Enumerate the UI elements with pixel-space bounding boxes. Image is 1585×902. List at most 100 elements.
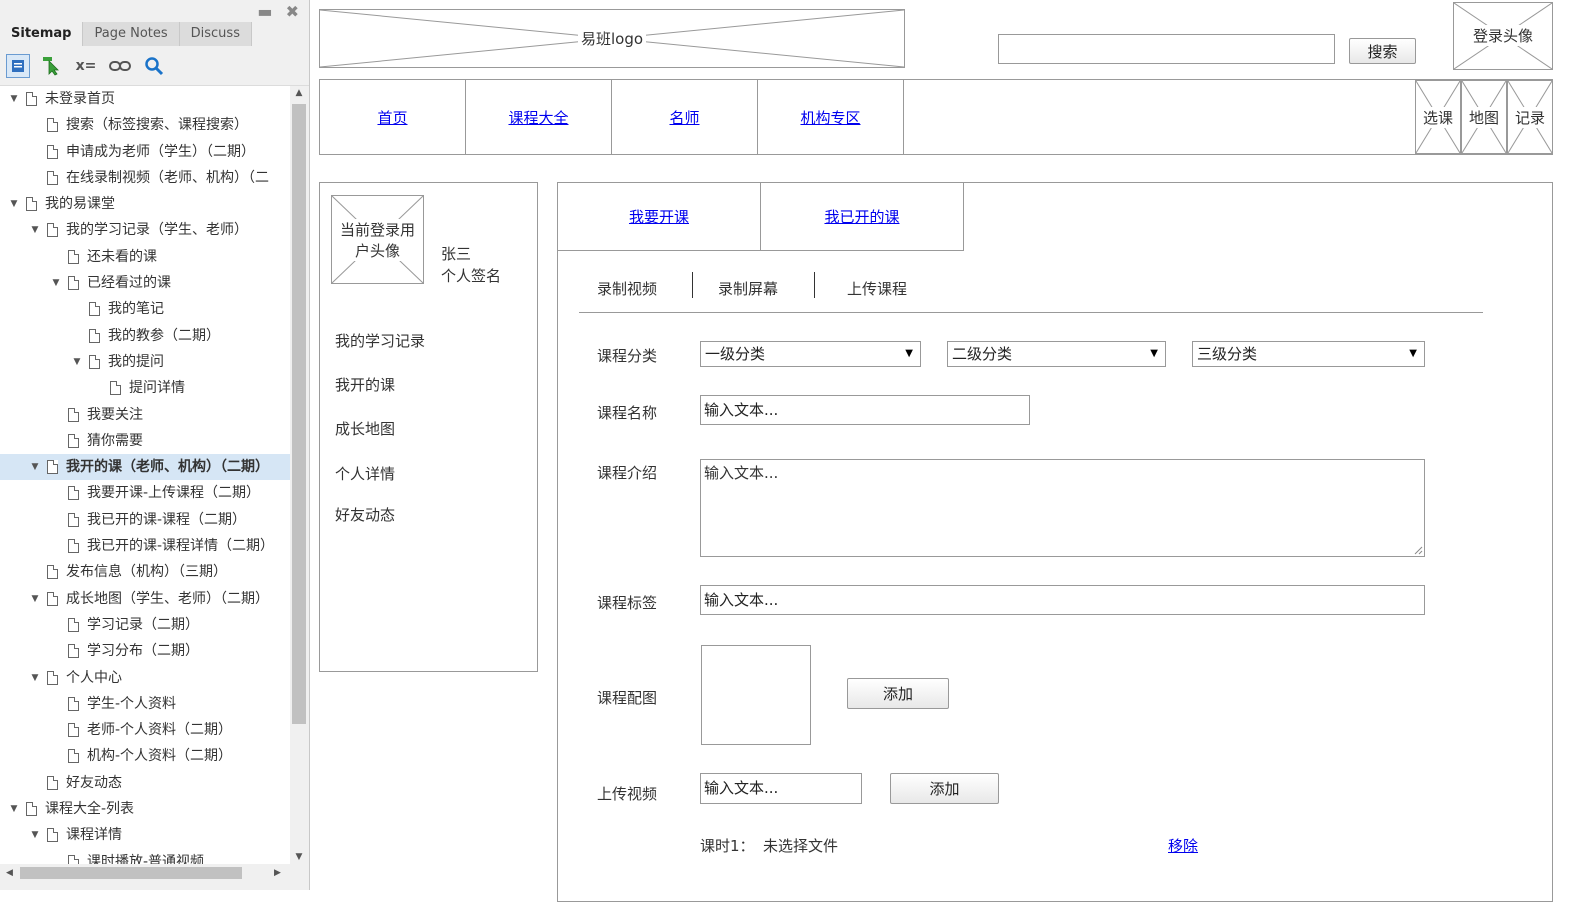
close-icon[interactable]: ✖	[286, 2, 299, 21]
tab-opened-courses-label: 我已开的课	[824, 208, 900, 226]
sitemap-page-item[interactable]: 我已开的课-课程（二期）	[0, 507, 290, 533]
tab-discuss[interactable]: Discuss	[179, 22, 252, 46]
sitemap-page-item[interactable]: 发布信息（机构）（三期）	[0, 559, 290, 585]
cursor-icon[interactable]	[40, 54, 64, 78]
scrollbar-thumb[interactable]	[292, 104, 306, 724]
category-level2-select[interactable]: 二级分类 ▼	[947, 341, 1166, 367]
scroll-right-icon[interactable]: ▶	[274, 864, 281, 882]
expand-toggle-icon[interactable]: ▼	[29, 454, 41, 480]
sitemap-page-item[interactable]: ▼ 已经看过的课	[0, 270, 290, 296]
login-avatar[interactable]: 登录头像	[1453, 2, 1553, 70]
sitemap-page-label: 成长地图（学生、老师）（二期）	[66, 590, 269, 607]
subtab-record-video[interactable]: 录制视频	[597, 278, 657, 299]
nav-record[interactable]: 记录	[1507, 80, 1553, 154]
remove-lesson-link[interactable]: 移除	[1168, 835, 1198, 856]
sitemap-page-item[interactable]: ▼ 课程大全-列表	[0, 796, 290, 822]
sitemap-page-item[interactable]: 在线录制视频（老师、机构）（二	[0, 165, 290, 191]
nav-select-course[interactable]: 选课	[1415, 80, 1461, 154]
scrollbar-thumb[interactable]	[20, 867, 242, 879]
add-image-button[interactable]: 添加	[847, 678, 949, 709]
sitemap-page-item[interactable]: ▼ 我开的课（老师、机构）（二期）	[0, 454, 290, 481]
menu-learning-records[interactable]: 我的学习记录	[335, 330, 425, 351]
course-intro-textarea[interactable]: 输入文本...	[700, 459, 1425, 557]
search-button[interactable]: 搜索	[1349, 38, 1416, 64]
subtab-upload-course[interactable]: 上传课程	[847, 278, 907, 299]
resize-handle-icon[interactable]	[1413, 545, 1423, 555]
sitemap-page-label: 已经看过的课	[87, 275, 171, 292]
expand-toggle-icon[interactable]: ▼	[71, 349, 83, 375]
course-intro-label: 课程介绍	[597, 464, 658, 482]
sitemap-page-item[interactable]: 好友动态	[0, 770, 290, 796]
sitemap-page-item[interactable]: 我的教参（二期）	[0, 323, 290, 349]
nav-map[interactable]: 地图	[1461, 80, 1507, 154]
expand-toggle-icon[interactable]: ▼	[8, 191, 20, 217]
expand-toggle-icon[interactable]: ▼	[8, 796, 20, 822]
tab-open-course[interactable]: 我要开课	[557, 182, 761, 251]
sitemap-page-item[interactable]: 我要开课-上传课程（二期）	[0, 480, 290, 506]
expand-toggle-icon[interactable]: ▼	[8, 86, 20, 112]
sitemap-page-item[interactable]: 我的笔记	[0, 296, 290, 322]
add-page-icon[interactable]	[6, 53, 30, 78]
user-avatar[interactable]: 当前登录用户头像	[331, 195, 424, 284]
sitemap-page-item[interactable]: 学习分布（二期）	[0, 638, 290, 664]
nav-courses[interactable]: 课程大全	[466, 80, 612, 154]
sitemap-page-item[interactable]: ▼ 我的学习记录（学生、老师）	[0, 217, 290, 243]
sitemap-page-item[interactable]: 还未看的课	[0, 244, 290, 270]
sitemap-page-item[interactable]: 猜你需要	[0, 428, 290, 454]
sitemap-page-item[interactable]: 申请成为老师（学生）（二期）	[0, 139, 290, 165]
menu-personal-details[interactable]: 个人详情	[335, 463, 395, 484]
search-input[interactable]	[998, 34, 1335, 64]
search-icon[interactable]	[142, 54, 166, 78]
upload-video-input[interactable]: 输入文本...	[700, 773, 862, 804]
sitemap-page-item[interactable]: 搜索（标签搜索、课程搜索）	[0, 112, 290, 138]
course-name-input[interactable]: 输入文本...	[700, 395, 1030, 425]
tab-opened-courses[interactable]: 我已开的课	[760, 182, 964, 251]
scroll-down-icon[interactable]: ▼	[290, 852, 308, 862]
add-video-button[interactable]: 添加	[890, 773, 999, 804]
menu-my-courses[interactable]: 我开的课	[335, 374, 395, 395]
subtab-record-screen[interactable]: 录制屏幕	[718, 278, 778, 299]
sitemap-page-item[interactable]: 机构-个人资料（二期）	[0, 743, 290, 769]
sitemap-page-item[interactable]: 提问详情	[0, 375, 290, 401]
menu-growth-map[interactable]: 成长地图	[335, 418, 395, 439]
sitemap-page-item[interactable]: 我要关注	[0, 402, 290, 428]
sitemap-page-item[interactable]: ▼ 未登录首页	[0, 86, 290, 112]
sitemap-page-item[interactable]: 学习记录（二期）	[0, 612, 290, 638]
course-tags-input[interactable]: 输入文本...	[700, 585, 1425, 615]
link-icon[interactable]	[108, 54, 132, 78]
sitemap-page-item[interactable]: ▼ 我的易课堂	[0, 191, 290, 217]
expand-toggle-icon[interactable]: ▼	[29, 217, 41, 243]
sitemap-page-label: 申请成为老师（学生）（二期）	[66, 143, 255, 160]
sitemap-page-item[interactable]: 我已开的课-课程详情（二期）	[0, 533, 290, 559]
sitemap-page-label: 机构-个人资料（二期）	[87, 748, 233, 765]
variable-icon[interactable]: x=	[74, 54, 98, 78]
expand-toggle-icon[interactable]: ▼	[29, 586, 41, 612]
menu-friend-activity[interactable]: 好友动态	[335, 504, 395, 525]
scroll-up-icon[interactable]: ▲	[290, 88, 308, 98]
category-level3-select[interactable]: 三级分类 ▼	[1192, 341, 1425, 367]
nav-teachers[interactable]: 名师	[612, 80, 758, 154]
sitemap-page-item[interactable]: 课时播放-普通视频	[0, 849, 290, 864]
sitemap-page-item[interactable]: 学生-个人资料	[0, 691, 290, 717]
sitemap-page-item[interactable]: ▼ 个人中心	[0, 665, 290, 691]
expand-toggle-icon[interactable]: ▼	[29, 665, 41, 691]
minimize-icon[interactable]: ▬	[257, 2, 272, 21]
sitemap-page-label: 在线录制视频（老师、机构）（二	[66, 169, 269, 186]
category-level1-select[interactable]: 一级分类 ▼	[700, 341, 921, 367]
expand-toggle-icon[interactable]: ▼	[29, 822, 41, 848]
sitemap-page-item[interactable]: ▼ 课程详情	[0, 822, 290, 848]
tab-sitemap[interactable]: Sitemap	[0, 22, 84, 46]
nav-institutions[interactable]: 机构专区	[758, 80, 904, 154]
tree-vertical-scrollbar[interactable]: ▲ ▼	[290, 86, 308, 864]
sitemap-page-item[interactable]: ▼ 成长地图（学生、老师）（二期）	[0, 586, 290, 612]
sitemap-page-item[interactable]: ▼ 我的提问	[0, 349, 290, 375]
tab-page-notes[interactable]: Page Notes	[83, 22, 180, 46]
scroll-left-icon[interactable]: ◀	[6, 864, 13, 882]
sitemap-page-label: 我的学习记录（学生、老师）	[66, 222, 248, 239]
sitemap-page-item[interactable]: 老师-个人资料（二期）	[0, 717, 290, 743]
sitemap-page-label: 学习分布（二期）	[87, 643, 199, 660]
nav-home[interactable]: 首页	[320, 80, 466, 154]
sitemap-toolbar: x=	[0, 46, 309, 86]
tree-horizontal-scrollbar[interactable]: ◀ ▶	[0, 864, 290, 882]
expand-toggle-icon[interactable]: ▼	[50, 270, 62, 296]
